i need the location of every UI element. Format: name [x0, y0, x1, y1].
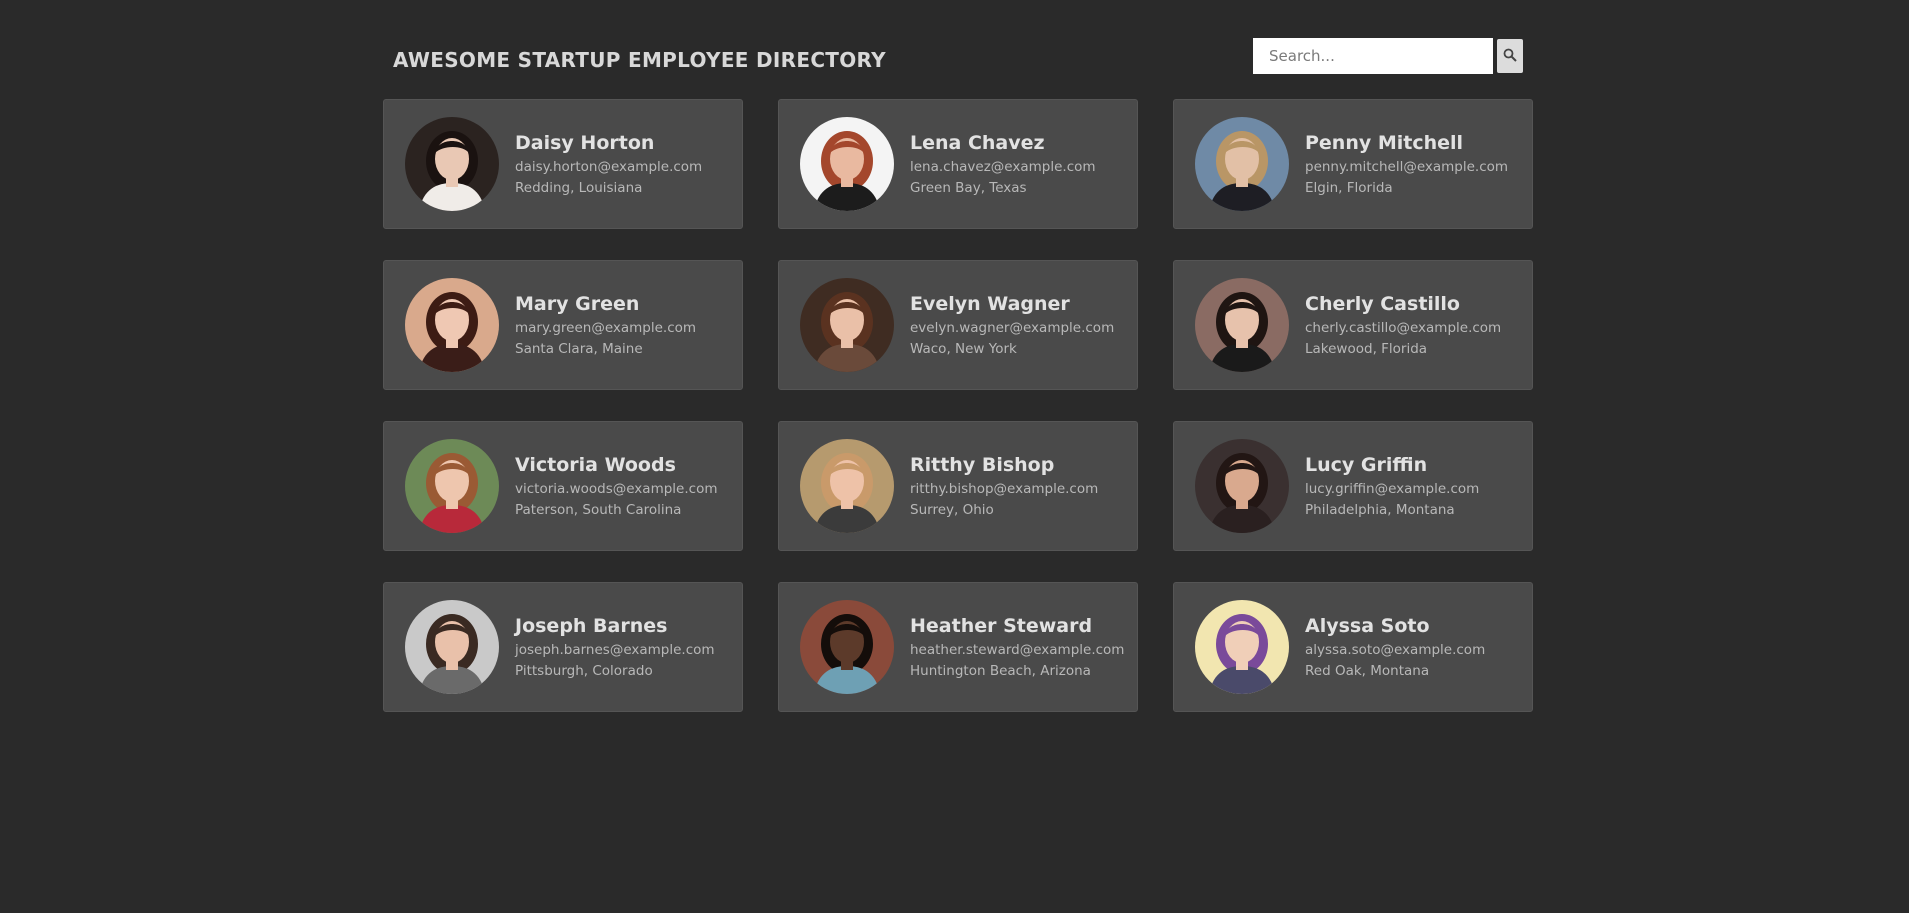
employee-email: victoria.woods@example.com — [515, 481, 718, 497]
employee-name: Cherly Castillo — [1305, 293, 1460, 315]
employee-location: Paterson, South Carolina — [515, 502, 682, 518]
employee-card[interactable]: Lena Chavez lena.chavez@example.com Green … — [778, 99, 1138, 229]
employee-email: mary.green@example.com — [515, 320, 697, 336]
avatar — [800, 600, 894, 694]
employee-name: Lena Chavez — [910, 132, 1045, 154]
employee-info: Ritthy Bishop ritthy.bishop@example.com Su… — [910, 454, 1098, 518]
employee-info: Lucy Griffin lucy.griffin@example.com Phil… — [1305, 454, 1479, 518]
employee-name: Penny Mitchell — [1305, 132, 1464, 154]
avatar — [800, 439, 894, 533]
employee-name: Victoria Woods — [515, 454, 676, 476]
employee-info: Alyssa Soto alyssa.soto@example.com Red Oa… — [1305, 615, 1485, 679]
employee-info: Penny Mitchell penny.mitchell@example.com… — [1305, 132, 1508, 196]
employee-card[interactable]: Heather Steward heather.steward@example.c… — [778, 582, 1138, 712]
employee-info: Evelyn Wagner evelyn.wagner@example.com Wa… — [910, 293, 1114, 357]
avatar — [1195, 439, 1289, 533]
employee-card[interactable]: Lucy Griffin lucy.griffin@example.com Phil… — [1173, 421, 1533, 551]
avatar — [405, 600, 499, 694]
employee-info: Cherly Castillo cherly.castillo@example.c… — [1305, 293, 1501, 357]
employee-card[interactable]: Cherly Castillo cherly.castillo@example.c… — [1173, 260, 1533, 390]
employee-location: Philadelphia, Montana — [1305, 502, 1455, 518]
magnifier-icon — [1503, 48, 1517, 65]
employee-grid: Daisy Horton daisy.horton@example.com Redd… — [383, 99, 1533, 712]
avatar — [1195, 600, 1289, 694]
avatar — [1195, 278, 1289, 372]
employee-location: Red Oak, Montana — [1305, 663, 1430, 679]
header: AWESOME STARTUP EMPLOYEE DIRECTORY — [383, 38, 1533, 80]
employee-card[interactable]: Alyssa Soto alyssa.soto@example.com Red Oa… — [1173, 582, 1533, 712]
search-container — [1253, 38, 1523, 74]
avatar — [405, 278, 499, 372]
employee-info: Lena Chavez lena.chavez@example.com Green … — [910, 132, 1096, 196]
employee-card[interactable]: Victoria Woods victoria.woods@example.com… — [383, 421, 743, 551]
page: AWESOME STARTUP EMPLOYEE DIRECTORY Daisy… — [383, 0, 1533, 913]
employee-email: alyssa.soto@example.com — [1305, 642, 1486, 658]
employee-card[interactable]: Mary Green mary.green@example.com Santa Cl… — [383, 260, 743, 390]
employee-info: Mary Green mary.green@example.com Santa Cl… — [515, 293, 696, 357]
employee-location: Green Bay, Texas — [910, 180, 1027, 196]
employee-name: Heather Steward — [910, 615, 1093, 637]
employee-email: penny.mitchell@example.com — [1305, 159, 1509, 175]
employee-location: Redding, Louisiana — [515, 180, 643, 196]
page-title: AWESOME STARTUP EMPLOYEE DIRECTORY — [393, 48, 886, 72]
avatar — [405, 439, 499, 533]
employee-card[interactable]: Penny Mitchell penny.mitchell@example.com… — [1173, 99, 1533, 229]
avatar — [800, 278, 894, 372]
avatar — [405, 117, 499, 211]
employee-email: evelyn.wagner@example.com — [910, 320, 1115, 336]
search-input[interactable] — [1253, 38, 1493, 74]
employee-name: Evelyn Wagner — [910, 293, 1070, 315]
employee-location: Pittsburgh, Colorado — [515, 663, 653, 679]
employee-location: Surrey, Ohio — [910, 502, 994, 518]
employee-name: Alyssa Soto — [1305, 615, 1430, 637]
employee-name: Joseph Barnes — [515, 615, 668, 637]
employee-info: Heather Steward heather.steward@example.c… — [910, 615, 1124, 679]
employee-card[interactable]: Evelyn Wagner evelyn.wagner@example.com Wa… — [778, 260, 1138, 390]
employee-email: joseph.barnes@example.com — [515, 642, 715, 658]
search-button[interactable] — [1497, 39, 1523, 73]
employee-email: lena.chavez@example.com — [910, 159, 1096, 175]
employee-name: Daisy Horton — [515, 132, 655, 154]
employee-email: lucy.griffin@example.com — [1305, 481, 1480, 497]
avatar — [1195, 117, 1289, 211]
employee-location: Lakewood, Florida — [1305, 341, 1428, 357]
employee-card[interactable]: Daisy Horton daisy.horton@example.com Redd… — [383, 99, 743, 229]
employee-info: Victoria Woods victoria.woods@example.com… — [515, 454, 717, 518]
employee-info: Joseph Barnes joseph.barnes@example.com Pi… — [515, 615, 715, 679]
employee-card[interactable]: Joseph Barnes joseph.barnes@example.com Pi… — [383, 582, 743, 712]
avatar — [800, 117, 894, 211]
employee-location: Huntington Beach, Arizona — [910, 663, 1091, 679]
employee-name: Mary Green — [515, 293, 640, 315]
employee-location: Elgin, Florida — [1305, 180, 1393, 196]
employee-name: Ritthy Bishop — [910, 454, 1055, 476]
employee-location: Santa Clara, Maine — [515, 341, 643, 357]
employee-info: Daisy Horton daisy.horton@example.com Redd… — [515, 132, 702, 196]
employee-email: heather.steward@example.com — [910, 642, 1125, 658]
employee-card[interactable]: Ritthy Bishop ritthy.bishop@example.com Su… — [778, 421, 1138, 551]
employee-email: daisy.horton@example.com — [515, 159, 703, 175]
employee-email: cherly.castillo@example.com — [1305, 320, 1502, 336]
employee-location: Waco, New York — [910, 341, 1017, 357]
employee-email: ritthy.bishop@example.com — [910, 481, 1099, 497]
employee-name: Lucy Griffin — [1305, 454, 1428, 476]
